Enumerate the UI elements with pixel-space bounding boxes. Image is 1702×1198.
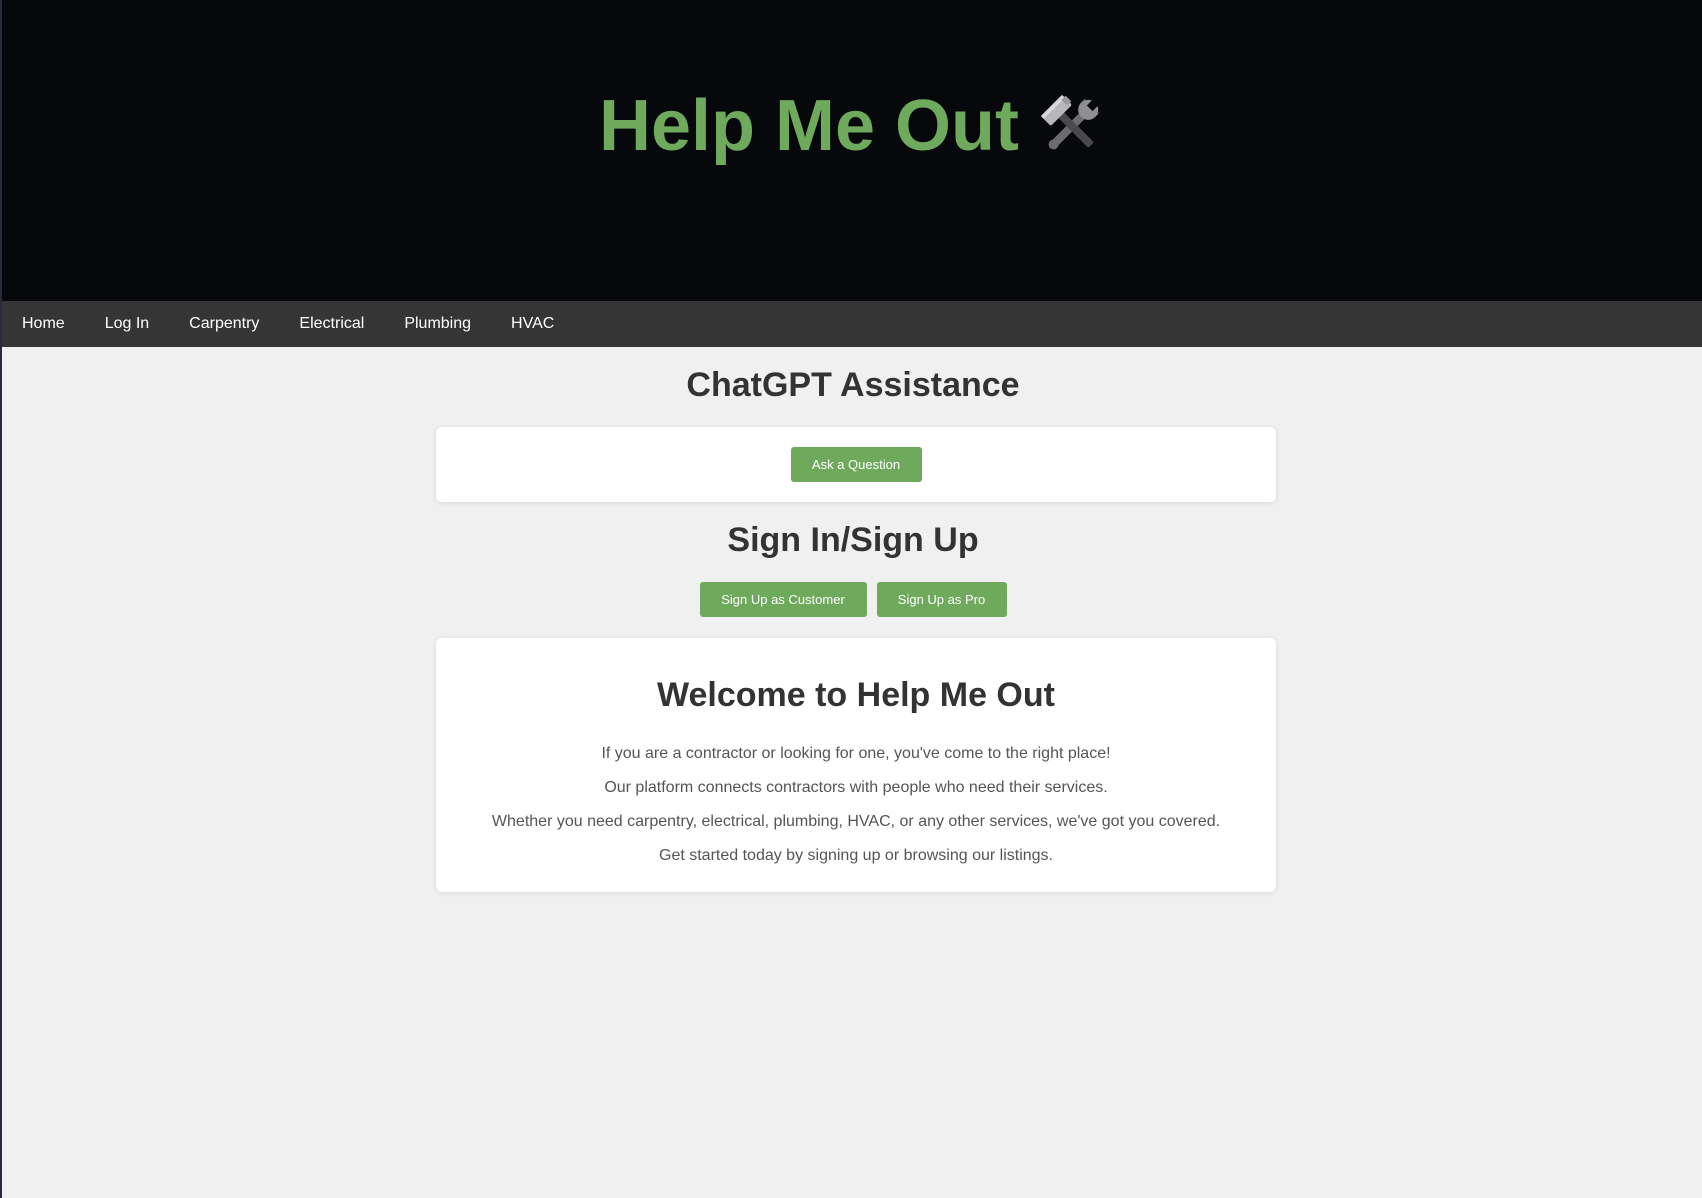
hammer-and-wrench-icon xyxy=(1037,91,1107,161)
nav-item-electrical[interactable]: Electrical xyxy=(279,301,384,347)
site-title-text: Help Me Out xyxy=(598,86,1019,167)
signup-buttons: Sign Up as Customer Sign Up as Pro xyxy=(2,582,1702,617)
ask-question-button[interactable]: Ask a Question xyxy=(790,447,922,482)
welcome-title: Welcome to Help Me Out xyxy=(657,676,1055,714)
nav-item-login[interactable]: Log In xyxy=(85,301,169,347)
welcome-card: Welcome to Help Me Out If you are a cont… xyxy=(436,638,1276,892)
welcome-line: Whether you need carpentry, electrical, … xyxy=(491,813,1221,830)
nav-item-carpentry[interactable]: Carpentry xyxy=(169,301,279,347)
welcome-text: If you are a contractor or looking for o… xyxy=(436,737,1276,873)
hero-banner: Help Me Out xyxy=(2,0,1702,301)
signup-section-title: Sign In/Sign Up xyxy=(727,521,979,559)
welcome-line: If you are a contractor or looking for o… xyxy=(601,745,1111,762)
site-title: Help Me Out xyxy=(599,85,1107,167)
chat-card: Ask a Question xyxy=(436,427,1276,502)
signup-customer-button[interactable]: Sign Up as Customer xyxy=(699,582,867,617)
nav-item-plumbing[interactable]: Plumbing xyxy=(384,301,491,347)
main-nav: Home Log In Carpentry Electrical Plumbin… xyxy=(2,301,1702,347)
nav-item-home[interactable]: Home xyxy=(2,301,85,347)
welcome-line: Our platform connects contractors with p… xyxy=(604,779,1108,796)
nav-item-hvac[interactable]: HVAC xyxy=(491,301,574,347)
welcome-line: Get started today by signing up or brows… xyxy=(659,847,1053,864)
chat-section-title: ChatGPT Assistance xyxy=(686,366,1020,404)
signup-pro-button[interactable]: Sign Up as Pro xyxy=(876,582,1007,617)
